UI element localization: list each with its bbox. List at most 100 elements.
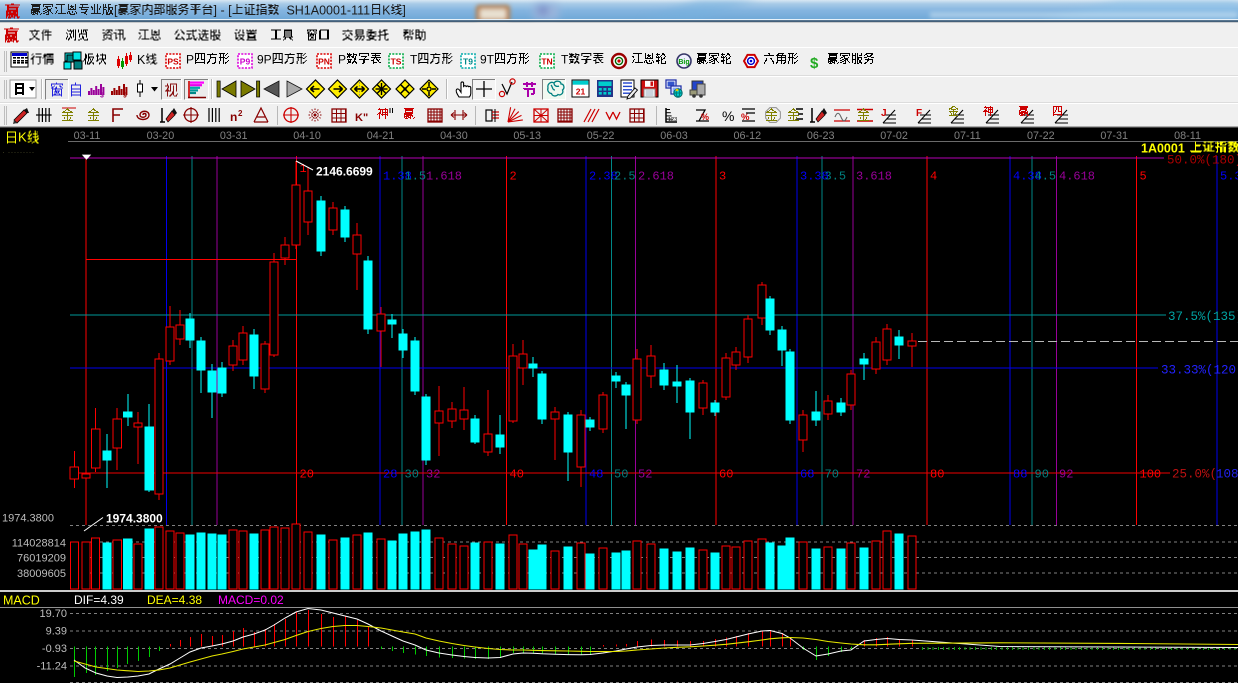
svg-text:TS: TS <box>391 57 402 67</box>
svg-text:28: 28 <box>383 468 397 482</box>
svg-text:PN: PN <box>318 57 330 67</box>
svg-text:[: [ <box>114 3 118 17</box>
svg-text:72: 72 <box>856 468 870 482</box>
svg-text:%: % <box>722 108 734 124</box>
svg-text:04-30: 04-30 <box>440 130 468 142</box>
svg-text:30: 30 <box>405 468 419 482</box>
svg-text:03-20: 03-20 <box>147 130 175 142</box>
svg-text:TN: TN <box>541 57 552 67</box>
svg-text:38009605: 38009605 <box>17 568 66 580</box>
svg-text:] - [: ] - [ <box>214 3 233 17</box>
svg-text:06-03: 06-03 <box>660 130 688 142</box>
svg-text:07-11: 07-11 <box>954 130 981 142</box>
svg-text:32: 32 <box>426 468 440 482</box>
svg-text:05-22: 05-22 <box>587 130 615 142</box>
svg-text:DEA=4.38: DEA=4.38 <box>147 593 202 607</box>
svg-text:37.5%(135): 37.5%(135) <box>1168 310 1238 324</box>
svg-text:P9: P9 <box>240 57 251 67</box>
svg-text:07-31: 07-31 <box>1100 130 1128 142</box>
svg-text:52: 52 <box>638 468 652 482</box>
svg-text:3: 3 <box>100 93 104 100</box>
svg-text:2: 2 <box>238 109 243 118</box>
svg-text:P: P <box>186 52 194 66</box>
svg-text:%: % <box>701 112 709 122</box>
svg-text:1974.3800: 1974.3800 <box>2 513 54 525</box>
svg-text:03-11: 03-11 <box>74 130 101 142</box>
svg-text:PS: PS <box>167 57 179 67</box>
svg-text:33.33%(120): 33.33%(120) <box>1161 364 1238 378</box>
svg-text:07-22: 07-22 <box>1027 130 1055 142</box>
svg-text:5: 5 <box>1140 170 1147 184</box>
svg-text:07-02: 07-02 <box>880 130 908 142</box>
svg-text:3.618: 3.618 <box>856 170 892 184</box>
svg-text:$: $ <box>810 55 819 72</box>
svg-text:K": K" <box>355 112 368 124</box>
svg-text:T: T <box>561 52 569 66</box>
svg-text:90: 90 <box>1035 468 1049 482</box>
svg-text:05-13: 05-13 <box>513 130 541 142</box>
svg-text:114028814: 114028814 <box>12 538 66 550</box>
svg-text:T: T <box>410 52 418 66</box>
svg-text:· ·········: · ········· <box>2 147 34 157</box>
svg-text:123: 123 <box>668 117 677 123</box>
svg-text:P: P <box>338 52 346 66</box>
svg-text:3.5: 3.5 <box>825 170 847 184</box>
svg-text:50: 50 <box>614 468 628 482</box>
svg-text:-0.93: -0.93 <box>42 643 67 655</box>
svg-text:70: 70 <box>825 468 839 482</box>
svg-text:SH1A0001-111: SH1A0001-111 <box>280 3 371 17</box>
svg-text:MACD: MACD <box>3 593 40 607</box>
svg-text:06-23: 06-23 <box>807 130 835 142</box>
svg-text:20: 20 <box>300 468 314 482</box>
svg-text:88: 88 <box>1013 468 1027 482</box>
svg-text:F: F <box>916 108 922 119</box>
svg-text:50.0%(180): 50.0%(180) <box>1167 154 1238 168</box>
svg-text:n: n <box>230 110 237 124</box>
svg-text:9T: 9T <box>480 52 495 66</box>
svg-text:%: % <box>741 112 750 123</box>
svg-text:9: 9 <box>123 93 127 100</box>
svg-text:K: K <box>18 130 27 145</box>
svg-text:76019209: 76019209 <box>17 553 66 565</box>
svg-text:]: ] <box>402 3 405 17</box>
svg-text:04-21: 04-21 <box>367 130 395 142</box>
svg-text:40: 40 <box>510 468 524 482</box>
svg-text:1.5: 1.5 <box>405 170 427 184</box>
svg-text:MACD=0.02: MACD=0.02 <box>218 593 284 607</box>
svg-text:03-31: 03-31 <box>220 130 248 142</box>
svg-text:04-10: 04-10 <box>293 130 321 142</box>
svg-text:60: 60 <box>719 468 733 482</box>
svg-text:T9: T9 <box>463 57 473 67</box>
svg-text:48: 48 <box>589 468 603 482</box>
svg-text:100: 100 <box>1140 468 1162 482</box>
svg-text:1974.3800: 1974.3800 <box>106 512 163 526</box>
svg-text:19.70: 19.70 <box>39 608 67 620</box>
svg-text:1: 1 <box>300 162 307 176</box>
svg-text:80: 80 <box>930 468 944 482</box>
svg-text:2146.6699: 2146.6699 <box>316 165 373 179</box>
svg-text:25.0%(: 25.0%( <box>1172 468 1217 482</box>
svg-text:DIF=4.39: DIF=4.39 <box>74 593 124 607</box>
svg-text:108: 108 <box>1216 468 1238 482</box>
svg-text:4.618: 4.618 <box>1059 170 1095 184</box>
svg-text:4.5: 4.5 <box>1035 170 1057 184</box>
svg-text:9.39: 9.39 <box>46 626 67 638</box>
svg-text:Big: Big <box>678 59 689 66</box>
svg-text:1.618: 1.618 <box>426 170 462 184</box>
svg-text:08-11: 08-11 <box>1174 130 1201 142</box>
svg-text:K: K <box>382 3 391 17</box>
svg-text:2: 2 <box>510 170 517 184</box>
svg-text:21: 21 <box>576 87 586 97</box>
svg-text:9P: 9P <box>257 52 272 66</box>
svg-text:92: 92 <box>1059 468 1073 482</box>
svg-text:4: 4 <box>930 170 937 184</box>
svg-text:-11.24: -11.24 <box>37 661 67 673</box>
svg-text:J: J <box>881 108 887 119</box>
svg-text:68: 68 <box>800 468 814 482</box>
svg-text:06-12: 06-12 <box>733 130 761 142</box>
svg-text:2.5: 2.5 <box>614 170 636 184</box>
svg-text:5.38: 5.38 <box>1220 170 1238 184</box>
svg-text:3: 3 <box>719 170 726 184</box>
svg-text:2.618: 2.618 <box>638 170 674 184</box>
svg-text:K: K <box>137 53 146 67</box>
